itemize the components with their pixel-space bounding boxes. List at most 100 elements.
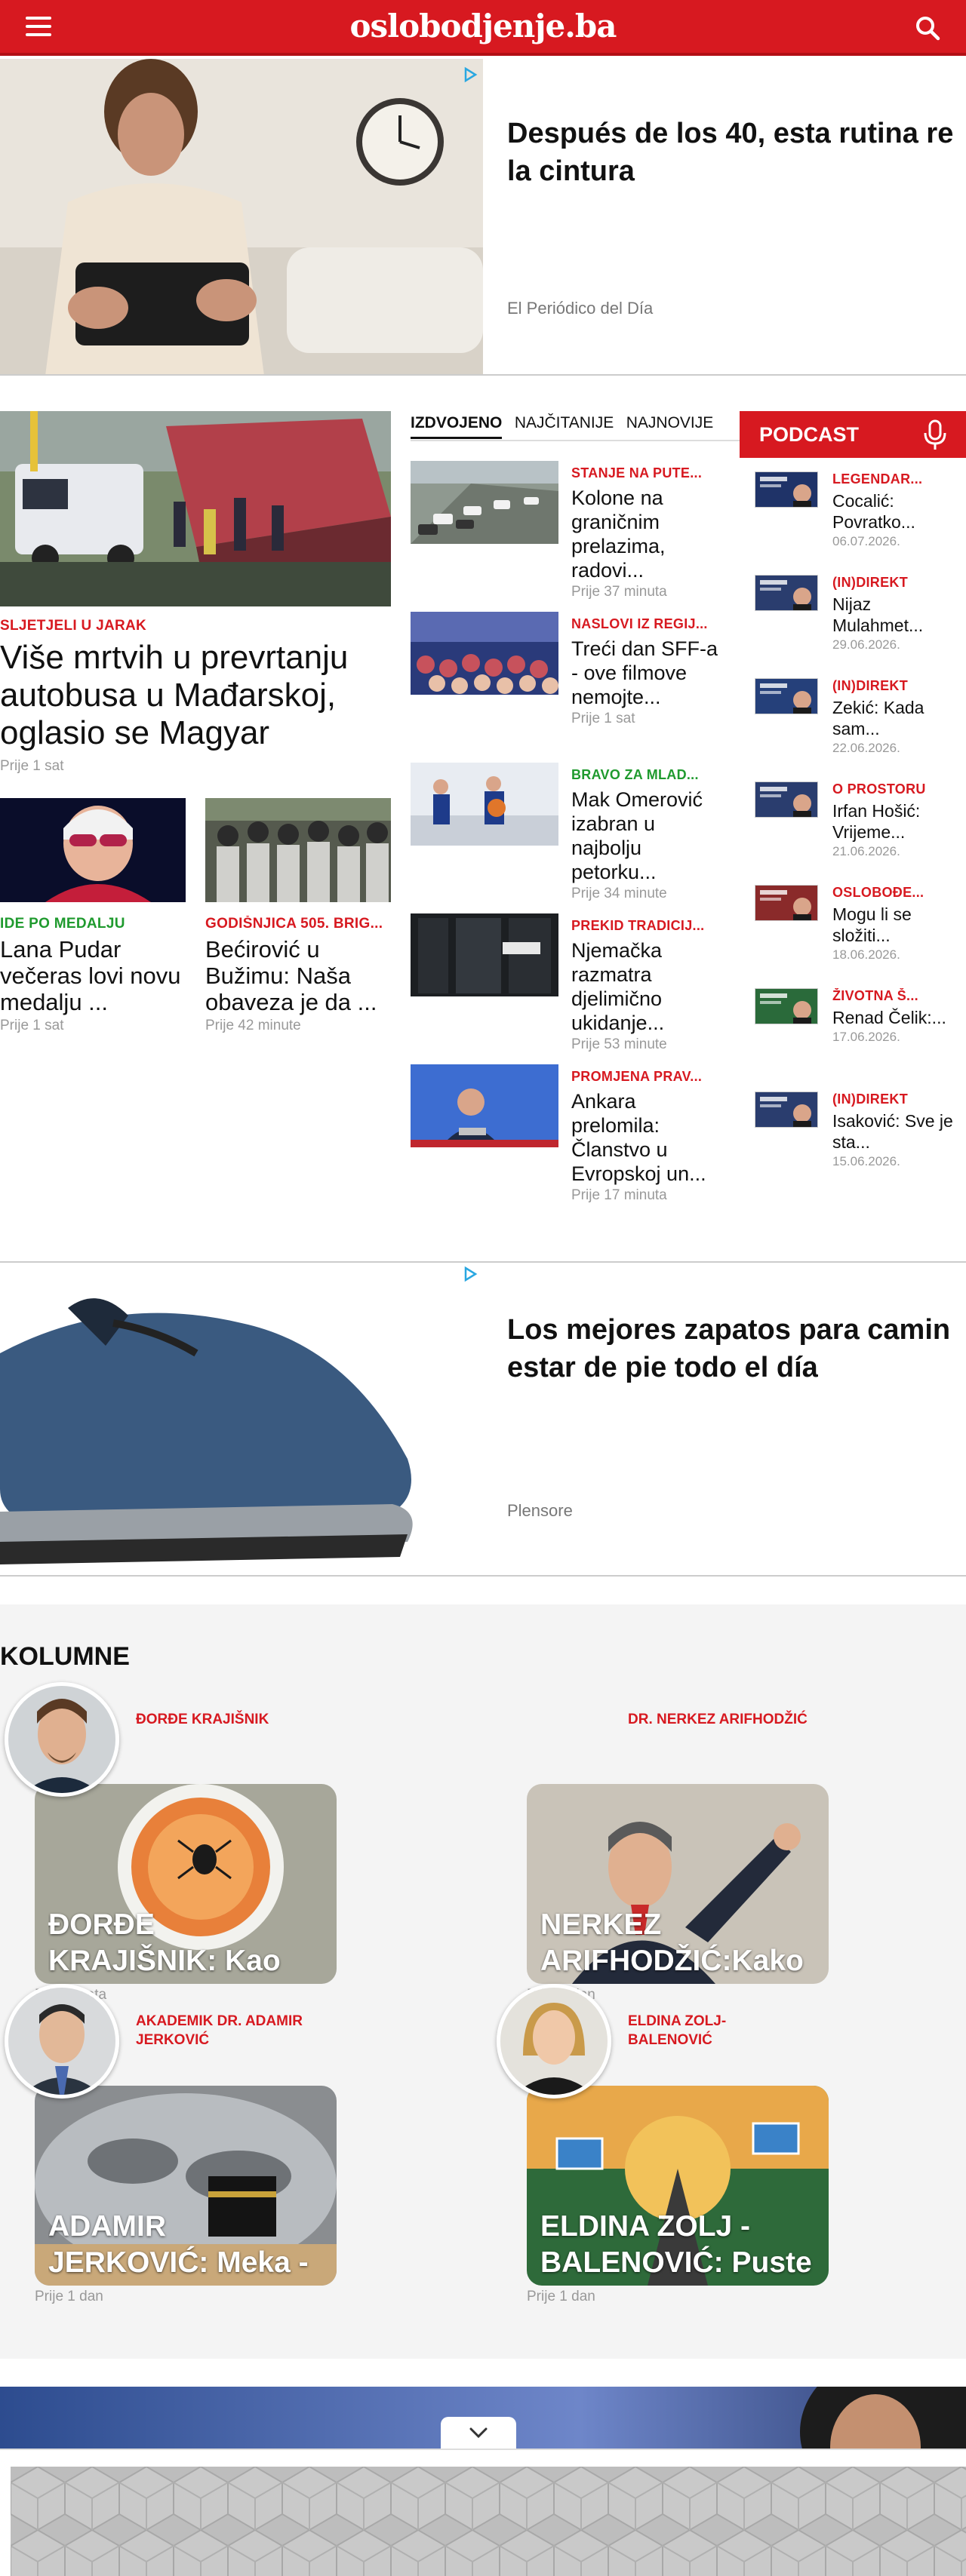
podcast-kicker[interactable]: LEGENDAR... xyxy=(832,471,953,487)
site-logo[interactable]: oslobodjenje.ba xyxy=(0,8,966,45)
list-item[interactable]: BRAVO ZA MLAD... Mak Omerović izabran u … xyxy=(411,763,743,910)
podcast-kicker[interactable]: O PROSTORU xyxy=(832,781,953,797)
lead-story-image[interactable] xyxy=(0,411,391,606)
column-author[interactable]: AKADEMIK DR. ADAMIR JERKOVIĆ xyxy=(136,2012,317,2049)
sub-story-kicker[interactable]: GODIŠNJICA 505. BRIG... xyxy=(205,916,391,932)
list-item-title[interactable]: Njemačka razmatra djelimično ukidanje... xyxy=(571,938,728,1035)
list-item-title[interactable]: Kolone na graničnim prelazima, radovi... xyxy=(571,486,728,582)
column-title[interactable]: ĐORĐE KRAJIŠNIK: Kao muha u krigli... xyxy=(48,1907,328,1979)
lead-story-title[interactable]: Više mrtvih u prevrtanju autobusa u Mađa… xyxy=(0,639,400,752)
list-item-kicker[interactable]: STANJE NA PUTE... xyxy=(571,465,728,481)
author-avatar[interactable] xyxy=(5,1682,119,1797)
list-item[interactable]: PROMJENA PRAV... Ankara prelomila: Člans… xyxy=(411,1064,743,1211)
podcast-thumbnail[interactable] xyxy=(755,471,818,508)
advertisement-banner[interactable]: Los mejores zapatos para camin estar de … xyxy=(0,1261,966,1577)
podcast-title[interactable]: Nijaz Mulahmet... xyxy=(832,594,953,636)
podcast-title[interactable]: Cocalić: Povratko... xyxy=(832,490,953,533)
columns-section: KOLUMNE ĐORĐE KRAJIŠNIK ĐORĐE KRAJIŠNIK:… xyxy=(0,1604,966,2359)
podcast-item[interactable]: O PROSTORU Irfan Hošić: Vrijeme... 21.06.2… xyxy=(740,771,966,874)
podcast-thumbnail[interactable] xyxy=(755,678,818,714)
sub-story[interactable]: IDE PO MEDALJU Lana Pudar večeras lovi n… xyxy=(0,798,186,1034)
column-author[interactable]: DR. NERKEZ ARIFHODŽIĆ xyxy=(628,1710,809,1729)
podcast-kicker[interactable]: ŽIVOTNA Š... xyxy=(832,988,953,1004)
sub-story-image[interactable] xyxy=(0,798,186,902)
list-item-title[interactable]: Mak Omerović izabran u najbolju petorku.… xyxy=(571,788,728,884)
podcast-sidebar: PODCAST LEGENDAR... Cocalić: Povratko... 0… xyxy=(740,411,966,1168)
podcast-kicker[interactable]: OSLOBOĐE... xyxy=(832,885,953,901)
sticky-advertisement[interactable] xyxy=(0,2449,966,2576)
list-item-time: Prije 17 minuta xyxy=(571,1187,667,1203)
list-item-kicker[interactable]: PROMJENA PRAV... xyxy=(571,1069,728,1085)
list-item[interactable]: PREKID TRADICIJ... Njemačka razmatra dje… xyxy=(411,913,743,1061)
list-item-image[interactable] xyxy=(411,763,558,846)
podcast-item[interactable]: OSLOBOĐE... Mogu li se složiti... 18.06.20… xyxy=(740,874,966,977)
podcast-title[interactable]: Isaković: Sve je sta... xyxy=(832,1110,953,1153)
ad-source[interactable]: Plensore xyxy=(507,1501,573,1521)
podcast-thumbnail[interactable] xyxy=(755,1091,818,1128)
podcast-kicker[interactable]: (IN)DIREKT xyxy=(832,678,953,694)
ad-choices-icon[interactable] xyxy=(462,1266,478,1282)
podcast-thumbnail[interactable] xyxy=(755,885,818,921)
column-image[interactable]: ADAMIR JERKOVIĆ: Meka - nova mapa... xyxy=(35,2086,337,2286)
podcast-title[interactable]: Zekić: Kada sam... xyxy=(832,697,953,739)
column-image[interactable]: NERKEZ ARIFHODŽIĆ:Kako vrh SDA pomaže... xyxy=(527,1784,829,1984)
collapse-ad-button[interactable] xyxy=(441,2417,516,2450)
sub-story-title[interactable]: Bećirović u Bužimu: Naša obaveza je da .… xyxy=(205,936,391,1015)
ad-source[interactable]: El Periódico del Día xyxy=(507,299,653,318)
podcast-item[interactable]: (IN)DIREKT Isaković: Sve je sta... 15.06.2… xyxy=(740,1081,966,1184)
column-author[interactable]: ĐORĐE KRAJIŠNIK xyxy=(136,1710,317,1729)
list-item-kicker[interactable]: BRAVO ZA MLAD... xyxy=(571,767,728,783)
column-title[interactable]: ELDINA ZOLJ - BALENOVIĆ: Puste ceste koj… xyxy=(540,2209,820,2281)
podcast-item[interactable]: LEGENDAR... Cocalić: Povratko... 06.07.202… xyxy=(740,461,966,563)
list-item-kicker[interactable]: PREKID TRADICIJ... xyxy=(571,918,728,934)
podcast-title[interactable]: Mogu li se složiti... xyxy=(832,904,953,946)
list-item-title[interactable]: Treći dan SFF-a - ove filmove nemojte... xyxy=(571,637,728,709)
list-item-image[interactable] xyxy=(411,1064,558,1147)
list-item-image[interactable] xyxy=(411,612,558,695)
sub-story[interactable]: GODIŠNJICA 505. BRIG... Bećirović u Buži… xyxy=(205,798,391,1034)
list-item-title[interactable]: Ankara prelomila: Članstvo u Evropskoj u… xyxy=(571,1089,728,1186)
podcast-thumbnail[interactable] xyxy=(755,781,818,818)
list-item-image[interactable] xyxy=(411,913,558,996)
podcast-item[interactable]: (IN)DIREKT Nijaz Mulahmet... 29.06.2026. xyxy=(740,564,966,667)
tab-izdvojeno[interactable]: IZDVOJENO xyxy=(411,411,503,439)
podcast-kicker[interactable]: (IN)DIREKT xyxy=(832,1091,953,1107)
list-item[interactable]: NASLOVI IZ REGIJ... Treći dan SFF-a - ov… xyxy=(411,612,743,759)
tab-najcitanije[interactable]: NAJČITANIJE xyxy=(515,411,614,437)
column-image[interactable]: ĐORĐE KRAJIŠNIK: Kao muha u krigli... xyxy=(35,1784,337,1984)
podcast-thumbnail[interactable] xyxy=(755,988,818,1024)
column-image[interactable]: ELDINA ZOLJ - BALENOVIĆ: Puste ceste koj… xyxy=(527,2086,829,2286)
ad-title[interactable]: Después de los 40, esta rutina re la cin… xyxy=(507,115,966,190)
podcast-title[interactable]: Irfan Hošić: Vrijeme... xyxy=(832,800,953,843)
lead-story-kicker[interactable]: SLJETJELI U JARAK xyxy=(0,618,146,634)
ad-choices-icon[interactable] xyxy=(462,66,478,83)
search-icon[interactable] xyxy=(915,15,940,41)
column-author[interactable]: ELDINA ZOLJ-BALENOVIĆ xyxy=(628,2012,809,2049)
podcast-title[interactable]: Renad Čelik:... xyxy=(832,1007,953,1028)
list-item-kicker[interactable]: NASLOVI IZ REGIJ... xyxy=(571,616,728,632)
sub-story-kicker[interactable]: IDE PO MEDALJU xyxy=(0,916,186,932)
podcast-item[interactable]: (IN)DIREKT Zekić: Kada sam... 22.06.2026. xyxy=(740,668,966,770)
author-avatar[interactable] xyxy=(497,1984,611,2099)
sub-story-time: Prije 1 sat xyxy=(0,1018,64,1033)
column-title[interactable]: NERKEZ ARIFHODŽIĆ:Kako vrh SDA pomaže... xyxy=(540,1907,820,1979)
sub-story-image[interactable] xyxy=(205,798,391,902)
tab-najnovije[interactable]: NAJNOVIJE xyxy=(626,411,714,437)
sub-story-title[interactable]: Lana Pudar večeras lovi novu medalju ... xyxy=(0,936,186,1015)
advertisement-banner[interactable]: Después de los 40, esta rutina re la cin… xyxy=(0,59,966,376)
sticky-ad-image[interactable] xyxy=(11,2467,966,2576)
podcast-item[interactable]: ŽIVOTNA Š... Renad Čelik:... 17.06.2026. xyxy=(740,978,966,1080)
author-avatar[interactable] xyxy=(5,1984,119,2099)
ad-title[interactable]: Los mejores zapatos para camin estar de … xyxy=(507,1311,966,1386)
podcast-header[interactable]: PODCAST xyxy=(740,411,966,458)
ad-image[interactable] xyxy=(0,1263,453,1577)
column-title[interactable]: ADAMIR JERKOVIĆ: Meka - nova mapa... xyxy=(48,2209,328,2281)
ad-title-line: estar de pie todo el día xyxy=(507,1352,818,1383)
podcast-thumbnail[interactable] xyxy=(755,575,818,611)
ad-title-line: Los mejores zapatos para camin xyxy=(507,1314,951,1346)
list-item-image[interactable] xyxy=(411,461,558,544)
ad-title-line: la cintura xyxy=(507,155,635,187)
podcast-kicker[interactable]: (IN)DIREKT xyxy=(832,575,953,591)
ad-image[interactable] xyxy=(0,59,483,376)
list-item[interactable]: STANJE NA PUTE... Kolone na graničnim pr… xyxy=(411,461,743,608)
